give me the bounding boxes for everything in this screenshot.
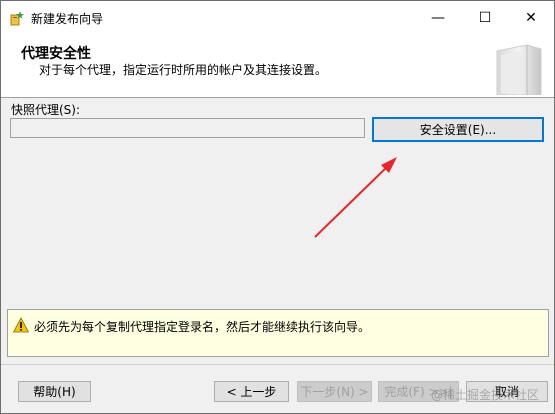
page-title: 代理安全性 bbox=[21, 46, 91, 62]
wizard-banner-icon bbox=[496, 44, 542, 95]
maximize-button[interactable]: ☐ bbox=[462, 1, 508, 35]
title-bar: 新建发布向导 — ☐ ✕ bbox=[1, 1, 554, 35]
minimize-icon: — bbox=[431, 10, 445, 26]
maximize-icon: ☐ bbox=[478, 10, 492, 26]
security-settings-button[interactable]: 安全设置(E)... bbox=[372, 117, 544, 142]
wizard-window: 新建发布向导 — ☐ ✕ 代理安全性 对于每个代理，指定运行时所用的帐户及其连接… bbox=[0, 0, 555, 414]
annotation-arrow-icon bbox=[314, 157, 397, 238]
next-button[interactable]: 下一步(N) > bbox=[297, 381, 372, 402]
message-text: 必须先为每个复制代理指定登录名，然后才能继续执行该向导。 bbox=[34, 320, 371, 334]
minimize-button[interactable]: — bbox=[415, 1, 461, 35]
wizard-header: 代理安全性 对于每个代理，指定运行时所用的帐户及其连接设置。 bbox=[1, 35, 554, 98]
snapshot-agent-label: 快照代理(S): bbox=[11, 103, 81, 117]
watermark: @稀土掘金技术社区 bbox=[431, 388, 540, 402]
footer-divider bbox=[1, 364, 554, 365]
warning-icon bbox=[13, 317, 29, 333]
page-description: 对于每个代理，指定运行时所用的帐户及其连接设置。 bbox=[39, 63, 328, 77]
snapshot-agent-field[interactable] bbox=[10, 118, 365, 138]
close-icon: ✕ bbox=[525, 10, 537, 26]
window-title: 新建发布向导 bbox=[31, 12, 104, 26]
close-button[interactable]: ✕ bbox=[508, 1, 554, 35]
wizard-app-icon bbox=[10, 11, 24, 26]
help-button[interactable]: 帮助(H) bbox=[18, 381, 91, 402]
back-button[interactable]: < 上一步 bbox=[214, 381, 289, 402]
message-panel: 必须先为每个复制代理指定登录名，然后才能继续执行该向导。 bbox=[7, 309, 549, 357]
